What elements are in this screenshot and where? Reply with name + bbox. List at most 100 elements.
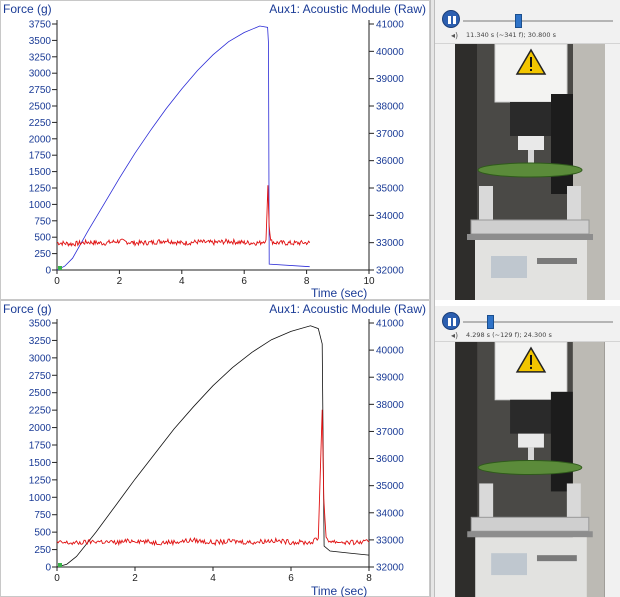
force-tick-label: 750 — [34, 216, 51, 227]
aux-tick-label: 40000 — [376, 47, 404, 58]
force-tick-label: 3500 — [29, 36, 52, 47]
video-player-controls: ◂) 11.340 s (~341 f); 30.800 s — [435, 0, 620, 44]
probe-blade — [528, 447, 534, 462]
aux-tick-label: 41000 — [376, 20, 404, 31]
base-slot — [536, 555, 577, 562]
test-video-frame — [455, 342, 605, 597]
force-chart-top: 0 250 500 750 1000 1250 1500 1750 2000 2250 2500 27… — [29, 20, 404, 288]
platform-edge — [467, 234, 593, 240]
force-tick-label: 3000 — [29, 69, 52, 80]
time-tick-label: 6 — [288, 573, 294, 584]
video-panel-top: ◂) 11.340 s (~341 f); 30.800 s — [435, 0, 620, 300]
force-tick-label: 2000 — [29, 134, 52, 145]
aux-tick-label: 39000 — [376, 373, 404, 384]
aux-axis-title: Aux1: Acoustic Module (Raw) — [269, 302, 426, 316]
time-tick-label: 4 — [179, 276, 185, 287]
probe-clamp — [510, 399, 552, 434]
video-seek-track[interactable] — [463, 20, 613, 22]
probe-holder — [518, 136, 544, 150]
probe-blade — [528, 150, 534, 164]
time-tick-label: 2 — [132, 573, 138, 584]
warning-icon-mark — [530, 354, 532, 365]
video-seek-track[interactable] — [463, 321, 613, 323]
time-tick-label: 0 — [54, 276, 60, 287]
force-tick-label: 3000 — [29, 353, 52, 364]
aux-axis-title: Aux1: Acoustic Module (Raw) — [269, 2, 426, 16]
video-player-controls: ◂) 4.298 s (~129 f); 24.300 s — [435, 306, 620, 342]
aux-tick-label: 38000 — [376, 400, 404, 411]
aux-tick-label: 33000 — [376, 238, 404, 249]
force-tick-label: 2250 — [29, 118, 52, 129]
aux-tick-label: 36000 — [376, 454, 404, 465]
aux-tick-label: 32000 — [376, 563, 404, 574]
video-seek-thumb[interactable] — [486, 315, 494, 329]
platform-top — [470, 516, 590, 532]
support-left — [479, 186, 493, 222]
test-video-frame — [455, 44, 605, 300]
aux-tick-label: 41000 — [376, 319, 404, 330]
force-tick-label: 3250 — [29, 52, 52, 63]
time-tick-label: 8 — [304, 276, 310, 287]
force-tick-label: 1500 — [29, 167, 52, 178]
base-slot — [537, 258, 577, 264]
platform-edge — [467, 531, 593, 538]
force-tick-label: 2750 — [29, 85, 52, 96]
force-tick-label: 2500 — [29, 388, 52, 399]
video-time-readout: 11.340 s (~341 f); 30.800 s — [466, 31, 556, 39]
force-tick-label: 500 — [34, 528, 51, 539]
time-tick-label: 0 — [54, 573, 60, 584]
force-tick-label: 1750 — [29, 151, 52, 162]
video-left-shadow — [455, 44, 477, 300]
start-marker — [58, 266, 62, 270]
speaker-icon[interactable]: ◂) — [451, 31, 458, 40]
video-left-shadow — [455, 342, 478, 597]
cucumber-sample — [477, 162, 583, 178]
force-chart-bottom: 0 250 500 750 1000 1250 1500 1750 2000 2250 2500 27… — [29, 319, 404, 585]
video-time-readout: 4.298 s (~129 f); 24.300 s — [466, 331, 552, 339]
video-panel-bottom: ◂) 4.298 s (~129 f); 24.300 s — [435, 306, 620, 597]
force-tick-label: 3500 — [29, 319, 52, 330]
force-series-line — [56, 25, 310, 271]
platform-top — [470, 219, 590, 235]
force-tick-label: 1250 — [29, 475, 52, 486]
label-sticker — [491, 256, 527, 278]
force-tick-label: 3750 — [29, 20, 52, 31]
label-sticker — [491, 553, 528, 576]
aux-tick-label: 34000 — [376, 508, 404, 519]
aux-tick-label: 36000 — [376, 156, 404, 167]
aux-tick-label: 33000 — [376, 535, 404, 546]
video-seek-thumb[interactable] — [515, 14, 523, 28]
warning-icon-dot — [530, 366, 532, 369]
texture-analyzer-video-image — [455, 44, 605, 300]
pause-button[interactable] — [442, 312, 460, 330]
force-tick-label: 3250 — [29, 336, 52, 347]
speaker-icon[interactable]: ◂) — [451, 331, 458, 340]
time-axis-title: Time (sec) — [311, 286, 368, 300]
time-tick-label: 8 — [366, 573, 372, 584]
time-tick-label: 2 — [117, 276, 123, 287]
force-tick-label: 1000 — [29, 200, 52, 211]
aux-tick-label: 39000 — [376, 74, 404, 85]
pause-button[interactable] — [442, 10, 460, 28]
force-plot-bottom[interactable]: 0 250 500 750 1000 1250 1500 1750 2000 2250 2500 27… — [0, 300, 430, 597]
force-tick-label: 1750 — [29, 441, 52, 452]
force-tick-label: 0 — [45, 563, 51, 574]
force-plot-top[interactable]: 0 250 500 750 1000 1250 1500 1750 2000 2250 2500 27… — [0, 0, 430, 300]
start-marker — [58, 563, 62, 567]
force-tick-label: 750 — [34, 510, 51, 521]
acoustic-series-line — [56, 185, 311, 248]
aux-tick-label: 32000 — [376, 266, 404, 277]
force-tick-label: 2250 — [29, 406, 52, 417]
force-tick-label: 2500 — [29, 102, 52, 113]
force-tick-label: 1250 — [29, 184, 52, 195]
force-tick-label: 500 — [34, 233, 51, 244]
force-tick-label: 0 — [45, 266, 51, 277]
probe-clamp — [510, 102, 552, 136]
force-tick-label: 1500 — [29, 458, 52, 469]
warning-icon-dot — [530, 69, 532, 71]
probe-holder — [518, 433, 544, 448]
support-left — [479, 483, 494, 520]
warning-icon-mark — [530, 57, 532, 67]
force-tick-label: 2000 — [29, 423, 52, 434]
time-tick-label: 6 — [241, 276, 247, 287]
